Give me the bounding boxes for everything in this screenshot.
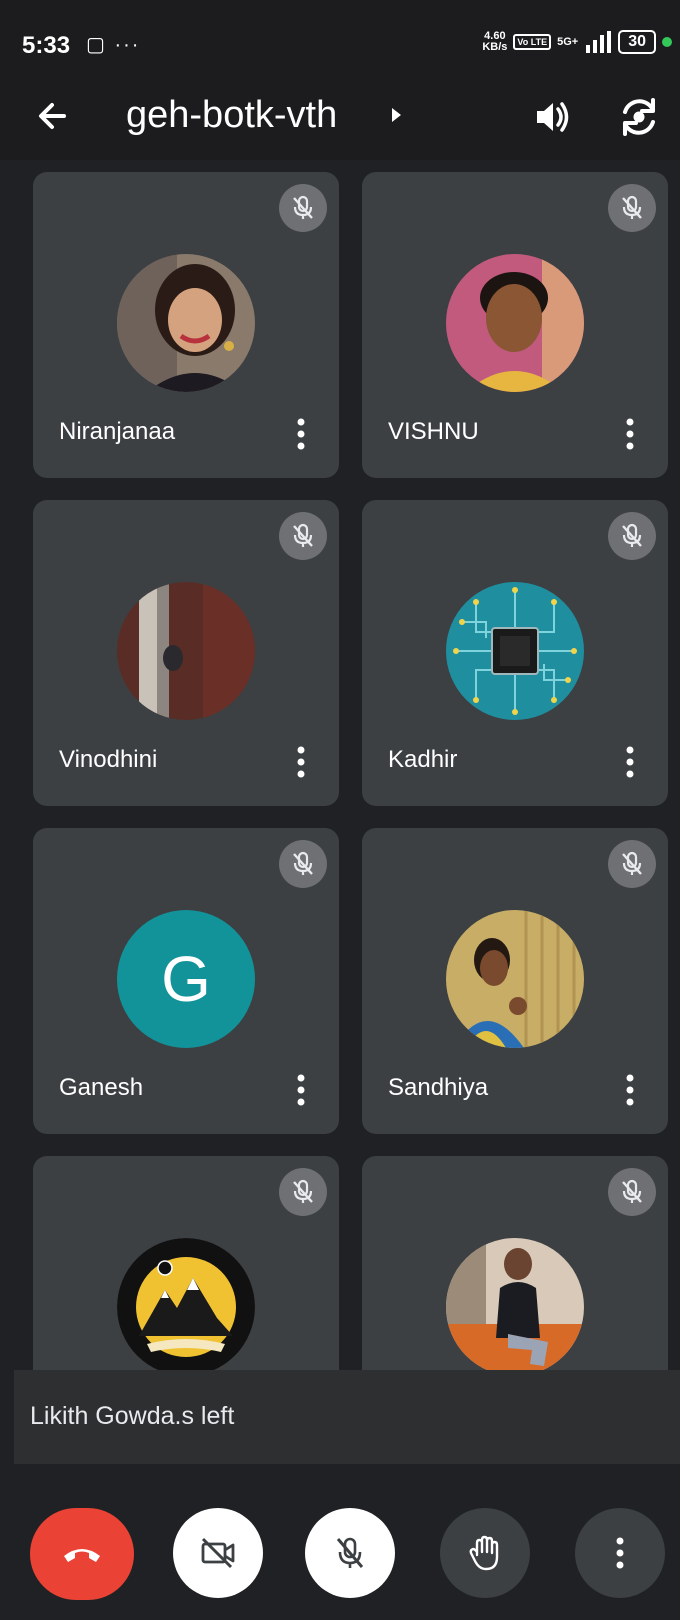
avatar (446, 1238, 584, 1376)
avatar (446, 910, 584, 1048)
call-controls-bar (0, 1464, 680, 1620)
participant-tile[interactable]: Kadhir (362, 500, 668, 806)
participant-name: Niranjanaa (59, 418, 176, 445)
network-speed-unit: KB/s (482, 41, 508, 53)
more-vert-icon[interactable] (293, 744, 309, 780)
caret-right-icon[interactable] (392, 108, 401, 122)
participant-tile[interactable]: Vinodhini (33, 500, 339, 806)
raise-hand-icon (469, 1535, 499, 1571)
signal-icon: 5G+ (557, 36, 579, 48)
notification-icons: ▢ ··· (86, 34, 141, 56)
participant-tile[interactable]: VISHNU (362, 172, 668, 478)
mic-off-icon (608, 1168, 656, 1216)
mic-off-icon (608, 184, 656, 232)
college-logo-image (117, 1238, 255, 1376)
more-options-button[interactable] (575, 1508, 665, 1598)
mic-off-icon (608, 512, 656, 560)
participant-tile[interactable]: Niranjanaa (33, 172, 339, 478)
avatar (446, 254, 584, 392)
mic-off-icon (608, 840, 656, 888)
status-bar: 5:33 ▢ ··· 4.60 KB/s Vo LTE 5G+ 30 (0, 0, 680, 80)
camera-flip-icon[interactable] (614, 92, 664, 142)
more-vert-icon[interactable] (622, 416, 638, 452)
participant-tile[interactable]: G Ganesh (33, 828, 339, 1134)
mic-off-icon (279, 184, 327, 232)
participant-name: Kadhir (388, 746, 458, 773)
participant-name: Sandhiya (388, 1074, 489, 1101)
more-vert-icon[interactable] (293, 1072, 309, 1108)
network-speed: 4.60 KB/s (482, 31, 507, 53)
volte-icon: Vo LTE (513, 34, 552, 50)
raise-hand-button[interactable] (440, 1508, 530, 1598)
meet-call-screen: 5:33 ▢ ··· 4.60 KB/s Vo LTE 5G+ 30 geh-b… (0, 0, 680, 1620)
participant-name: Ganesh (59, 1074, 144, 1101)
mic-toggle-button[interactable] (305, 1508, 395, 1598)
mic-off-icon (279, 840, 327, 888)
status-time: 5:33 (22, 32, 71, 59)
participant-name: VISHNU (388, 418, 479, 445)
mic-off-icon (279, 512, 327, 560)
mic-off-icon (336, 1537, 364, 1568)
avatar: G (117, 910, 255, 1048)
signal-bars-icon (586, 31, 612, 53)
privacy-indicator-dot (662, 37, 672, 47)
more-vert-icon[interactable] (622, 744, 638, 780)
mic-off-icon (279, 1168, 327, 1216)
participant-name: Vinodhini (59, 746, 158, 773)
call-header: geh-botk-vth (0, 80, 680, 160)
avatar (117, 254, 255, 392)
avatar-initial: G (117, 910, 255, 1048)
avatar (117, 582, 255, 720)
more-vert-icon[interactable] (293, 416, 309, 452)
toast-message: Likith Gowda.s left (30, 1402, 235, 1430)
battery-icon: 30 (618, 30, 656, 54)
circuit-chip-image (446, 582, 584, 720)
arrow-left-icon[interactable] (34, 96, 74, 136)
camera-toggle-button[interactable] (173, 1508, 263, 1598)
camera-off-icon (201, 1537, 235, 1569)
more-vert-icon[interactable] (622, 1072, 638, 1108)
speaker-icon[interactable] (531, 95, 575, 139)
participant-tile[interactable]: Sandhiya (362, 828, 668, 1134)
end-call-button[interactable] (30, 1508, 134, 1600)
more-vert-icon (616, 1537, 624, 1569)
participant-left-toast: Likith Gowda.s left (14, 1370, 680, 1464)
status-right-group: 4.60 KB/s Vo LTE 5G+ 30 (482, 30, 672, 54)
meeting-code-title[interactable]: geh-botk-vth (126, 94, 337, 137)
end-call-icon (64, 1549, 100, 1562)
